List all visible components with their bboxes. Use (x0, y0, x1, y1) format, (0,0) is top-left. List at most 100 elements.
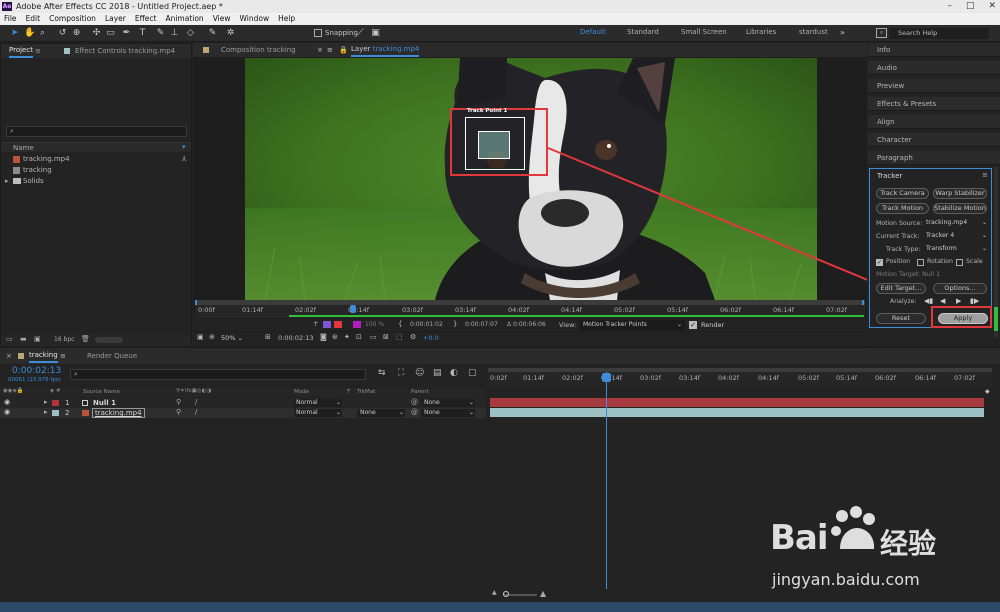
tab-effect-controls[interactable]: Effect Controls tracking.mp4 (75, 44, 175, 58)
quality-switch-icon[interactable]: / (195, 408, 197, 416)
column-mode[interactable]: Mode (294, 389, 309, 395)
warp-stabilizer-button[interactable]: Warp Stabilizer (933, 188, 987, 199)
viewer-playhead[interactable] (350, 305, 356, 313)
timeline-menu-icon[interactable]: ≡ (60, 349, 66, 363)
column-trkmat[interactable]: TrkMat (357, 389, 375, 395)
stabilize-motion-button[interactable]: Stabilize Motion (933, 203, 987, 214)
panel-info[interactable]: Info (868, 43, 1000, 57)
menu-window[interactable]: Window (240, 13, 270, 25)
workspace-default[interactable]: Default (580, 28, 606, 36)
motion-source-dropdown[interactable]: tracking.mp4 ⌄ (926, 219, 988, 229)
eye-icon[interactable]: ◉ (4, 398, 10, 406)
snapping-checkbox[interactable] (314, 29, 322, 37)
draft-3d-icon[interactable]: ⛶ (398, 368, 404, 378)
channel-icon[interactable] (323, 321, 331, 328)
panel-preview[interactable]: Preview (868, 79, 1000, 93)
panel-align[interactable]: Align (868, 115, 1000, 129)
track-type-dropdown[interactable]: Transform ⌄ (926, 245, 988, 255)
mode-dropdown[interactable]: Normal ⌄ (294, 399, 342, 407)
project-list-item[interactable]: tracking.mp4 ⅄ (1, 154, 191, 165)
search-help-toggle-icon[interactable]: ⌕ (876, 28, 887, 38)
panel-paragraph[interactable]: Paragraph (868, 151, 1000, 165)
comp-mini-flowchart-icon[interactable]: ⇆ (378, 368, 386, 378)
tracker-menu-icon[interactable]: ≡ (982, 171, 988, 179)
shy-icon[interactable]: ☺ (415, 368, 424, 378)
panel-character[interactable]: Character (868, 133, 1000, 147)
layer-bar-null[interactable] (490, 398, 984, 407)
layer-name[interactable]: Null 1 (93, 399, 116, 407)
interpret-footage-icon[interactable]: ▭ (6, 335, 13, 343)
expand-arrow-icon[interactable]: ▸ (44, 408, 48, 416)
shy-switch-icon[interactable]: ⚲ (176, 408, 181, 416)
layer-row[interactable]: ◉ ▸ 2 tracking.mp4 ⚲ / Normal ⌄ None ⌄ @ N… (0, 408, 486, 418)
mode-dropdown[interactable]: Normal ⌄ (294, 409, 342, 417)
track-camera-button[interactable]: Track Camera (876, 188, 929, 199)
pick-whip-icon[interactable]: @ (411, 398, 418, 406)
snapshot-icon[interactable]: ☥ (313, 320, 318, 328)
timeline-ruler[interactable]: 0:02f 01:14f 02:02f 02:14f 03:02f 03:14f… (488, 372, 992, 386)
zoom-out-icon[interactable]: ▲ (492, 589, 497, 596)
rotate-tool-icon[interactable]: ↺ (58, 28, 67, 38)
layer-name[interactable]: tracking.mp4 (92, 408, 145, 418)
column-parent[interactable]: Parent (411, 389, 429, 395)
current-track-dropdown[interactable]: Tracker 4 ⌄ (926, 232, 988, 242)
camera-snapshot-icon[interactable]: ◙ (320, 333, 327, 341)
in-point[interactable]: 0:00:01:02 (410, 321, 443, 328)
menu-file[interactable]: File (4, 13, 17, 25)
menu-effect[interactable]: Effect (135, 13, 157, 25)
position-checkbox[interactable]: ✓ (876, 259, 883, 266)
tab-render-queue[interactable]: Render Queue (87, 349, 137, 363)
camera-tool-icon[interactable]: ⊕ (72, 28, 81, 38)
zoom-tool-icon[interactable]: ⌕ (38, 28, 47, 38)
column-sort-icon[interactable]: ▾ (182, 143, 186, 151)
project-list-item[interactable]: tracking (1, 165, 191, 176)
close-icon[interactable]: ✕ (988, 0, 996, 13)
exposure-value[interactable]: +0.0 (423, 334, 439, 342)
comp-button-icon[interactable]: ◆ (985, 388, 991, 395)
thumbnail-scrollbar[interactable] (95, 337, 123, 343)
full-resolution-icon[interactable]: ⊡ (356, 333, 362, 341)
track-motion-button[interactable]: Track Motion (876, 203, 929, 214)
panel-effects-presets[interactable]: Effects & Presets (868, 97, 1000, 111)
label-color-swatch[interactable] (52, 400, 59, 406)
maximize-icon[interactable]: □ (966, 0, 975, 13)
rotation-checkbox[interactable] (917, 259, 924, 266)
quality-switch-icon[interactable]: / (195, 398, 197, 406)
right-panel-scrollbar[interactable] (994, 167, 998, 337)
delete-icon[interactable]: 🗑 (81, 335, 90, 343)
reset-button[interactable]: Reset (876, 313, 926, 324)
motion-blur-icon[interactable]: ◐ (450, 368, 458, 378)
menu-edit[interactable]: Edit (26, 13, 41, 25)
always-preview-icon[interactable]: ▣ (197, 333, 204, 341)
brush-tool-icon[interactable]: ✎ (156, 28, 165, 38)
analyze-back-frame-icon[interactable]: ◀▮ (924, 297, 933, 305)
show-snapshot-icon[interactable]: ⊛ (332, 333, 338, 341)
minimize-icon[interactable]: – (947, 0, 952, 13)
tab-project[interactable]: Project (9, 44, 33, 58)
region-icon[interactable] (353, 321, 361, 328)
timeline-playhead[interactable] (602, 373, 611, 382)
workspace-small-screen[interactable]: Small Screen (681, 28, 727, 36)
puppet-tool-icon[interactable]: ✲ (226, 28, 235, 38)
column-name[interactable]: Name (13, 144, 34, 152)
column-t[interactable]: T (347, 389, 350, 395)
set-in-icon[interactable]: { (398, 320, 402, 328)
fast-preview-icon[interactable]: ⚙ (410, 333, 416, 341)
edit-target-button[interactable]: Edit Target... (876, 283, 926, 294)
set-out-icon[interactable]: } (453, 320, 457, 328)
current-time[interactable]: 0:00:02:13 (278, 334, 314, 342)
grid-guides-icon[interactable]: ⊞ (265, 333, 271, 341)
workspace-stardust[interactable]: stardust (799, 28, 828, 36)
shape-tool-icon[interactable]: ▭ (106, 28, 115, 38)
roi-icon[interactable]: ▭ (370, 333, 377, 341)
pick-whip-icon[interactable]: @ (411, 408, 418, 416)
graph-editor-icon[interactable]: ▢ (468, 368, 477, 378)
zoom-in-icon[interactable]: ▲ (540, 589, 546, 598)
timeline-timecode[interactable]: 0:00:02:13 (12, 366, 61, 376)
zoom-slider-thumb[interactable] (503, 591, 509, 597)
color-channel-icon[interactable]: ✦ (344, 333, 350, 341)
project-list-item[interactable]: ▸ Solids (1, 176, 191, 187)
analyze-forward-frame-icon[interactable]: ▮▶ (970, 297, 979, 305)
snap-option-icon[interactable]: ⟋ (356, 28, 365, 38)
workspace-standard[interactable]: Standard (627, 28, 659, 36)
